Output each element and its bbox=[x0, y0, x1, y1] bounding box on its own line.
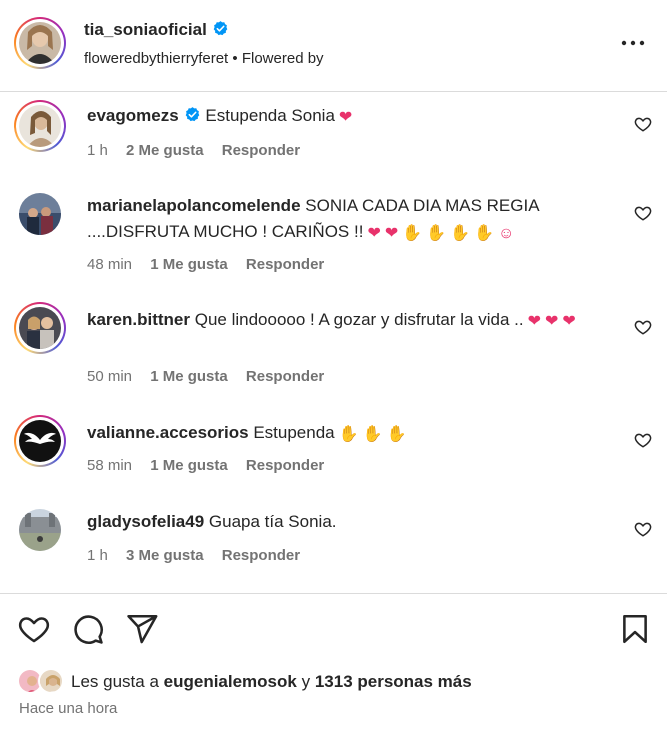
comment-body: karen.bittner Que lindooooo ! A gozar y … bbox=[87, 307, 607, 333]
comment-username[interactable]: karen.bittner bbox=[87, 310, 190, 329]
reply-button[interactable]: Responder bbox=[246, 256, 324, 273]
comment-text: Guapa tía Sonia. bbox=[208, 512, 337, 531]
heart-outline-icon[interactable] bbox=[634, 318, 652, 336]
comment-body: valianne.accesorios Estupenda ✋ ✋ ✋ bbox=[87, 420, 607, 446]
clap-emoji-icon: ✋ bbox=[474, 225, 494, 242]
comment-username[interactable]: gladysofelia49 bbox=[87, 512, 204, 531]
comment-time[interactable]: 58 min bbox=[87, 457, 132, 474]
comment-avatar[interactable] bbox=[19, 307, 61, 349]
comment-bubble-icon[interactable] bbox=[71, 612, 105, 646]
comment-avatar-ring[interactable] bbox=[14, 100, 66, 152]
heart-emoji-icon: ❤ bbox=[545, 313, 559, 330]
subtitle-account[interactable]: floweredbythierryferet bbox=[84, 50, 228, 67]
comment-avatar[interactable] bbox=[19, 105, 61, 147]
comment-likes-count[interactable]: 3 Me gusta bbox=[126, 547, 204, 564]
post-header: tia_soniaoficial floweredbythierryferet … bbox=[0, 0, 667, 92]
verified-badge-icon bbox=[184, 105, 201, 131]
author-username-row: tia_soniaoficial bbox=[84, 20, 229, 42]
comment-time[interactable]: 50 min bbox=[87, 368, 132, 385]
comment-meta: 58 min 1 Me gusta Responder bbox=[87, 457, 338, 474]
heart-emoji-icon: ❤ bbox=[527, 313, 541, 330]
section-divider bbox=[0, 593, 667, 594]
comment-avatar[interactable] bbox=[19, 193, 61, 235]
comment-likes-count[interactable]: 1 Me gusta bbox=[150, 457, 228, 474]
clap-emoji-icon: ✋ bbox=[426, 225, 447, 242]
likes-join: y bbox=[301, 672, 311, 691]
clap-emoji-icon: ✋ bbox=[362, 426, 383, 443]
comment-meta: 1 h 3 Me gusta Responder bbox=[87, 547, 314, 564]
comment-body: evagomezs Estupenda Sonia ❤ bbox=[87, 103, 607, 131]
comment-username[interactable]: evagomezs bbox=[87, 106, 179, 125]
author-username[interactable]: tia_soniaoficial bbox=[84, 20, 207, 39]
comment-likes-count[interactable]: 1 Me gusta bbox=[150, 256, 228, 273]
author-avatar[interactable] bbox=[19, 22, 61, 64]
comment-meta: 50 min 1 Me gusta Responder bbox=[87, 368, 338, 385]
clap-emoji-icon: ✋ bbox=[386, 426, 407, 443]
bookmark-icon[interactable] bbox=[618, 612, 652, 646]
heart-emoji-icon: ❤ bbox=[338, 109, 353, 126]
comment-meta: 48 min 1 Me gusta Responder bbox=[87, 256, 338, 273]
heart-emoji-icon: ❤ bbox=[562, 313, 576, 330]
reply-button[interactable]: Responder bbox=[222, 547, 300, 564]
verified-badge-icon bbox=[212, 20, 229, 42]
comment-avatar-ring[interactable] bbox=[14, 415, 66, 467]
likes-others-link[interactable]: 1313 personas más bbox=[315, 672, 472, 691]
comment-meta: 1 h 2 Me gusta Responder bbox=[87, 142, 314, 159]
clap-emoji-icon: ✋ bbox=[338, 426, 359, 443]
more-horizontal-icon[interactable] bbox=[621, 33, 645, 53]
comment-username[interactable]: valianne.accesorios bbox=[87, 423, 249, 442]
comment-avatar[interactable] bbox=[19, 509, 61, 551]
subtitle-separator: • bbox=[232, 50, 238, 67]
reply-button[interactable]: Responder bbox=[246, 457, 324, 474]
likes-prefix: Les gusta a bbox=[71, 672, 159, 691]
heart-outline-icon[interactable] bbox=[634, 520, 652, 538]
comment-body: gladysofelia49 Guapa tía Sonia. bbox=[87, 509, 607, 535]
heart-emoji-icon: ❤ bbox=[384, 225, 399, 242]
comment-text: Que lindooooo ! A gozar y disfrutar la v… bbox=[194, 310, 524, 329]
paper-plane-icon[interactable] bbox=[125, 612, 159, 646]
reply-button[interactable]: Responder bbox=[246, 368, 324, 385]
post-subtitle: floweredbythierryferet • Flowered by bbox=[84, 50, 324, 67]
comment-likes-count[interactable]: 1 Me gusta bbox=[150, 368, 228, 385]
comment-avatar-ring[interactable] bbox=[14, 302, 66, 354]
liker-avatar[interactable] bbox=[38, 668, 64, 694]
comment-time[interactable]: 1 h bbox=[87, 547, 108, 564]
heart-outline-icon[interactable] bbox=[17, 612, 51, 646]
comment-likes-count[interactable]: 2 Me gusta bbox=[126, 142, 204, 159]
comment-body: marianelapolancomelende SONIA CADA DIA M… bbox=[87, 193, 607, 245]
comment-time[interactable]: 48 min bbox=[87, 256, 132, 273]
subtitle-text[interactable]: Flowered by bbox=[242, 50, 324, 67]
heart-eyes-emoji-icon: ☺ bbox=[497, 225, 515, 242]
likes-summary: Les gusta a eugenialemosok y 1313 person… bbox=[71, 672, 472, 692]
comment-username[interactable]: marianelapolancomelende bbox=[87, 196, 301, 215]
comment-time[interactable]: 1 h bbox=[87, 142, 108, 159]
reply-button[interactable]: Responder bbox=[222, 142, 300, 159]
heart-emoji-icon: ❤ bbox=[367, 225, 381, 242]
comment-text: Estupenda Sonia bbox=[205, 106, 335, 125]
comment-text: Estupenda bbox=[253, 423, 335, 442]
comment-avatar[interactable] bbox=[19, 420, 61, 462]
clap-emoji-icon: ✋ bbox=[450, 225, 471, 242]
clap-emoji-icon: ✋ bbox=[402, 225, 423, 242]
post-timestamp[interactable]: Hace una hora bbox=[19, 700, 117, 717]
heart-outline-icon[interactable] bbox=[634, 115, 652, 133]
likes-user-link[interactable]: eugenialemosok bbox=[164, 672, 297, 691]
heart-outline-icon[interactable] bbox=[634, 204, 652, 222]
author-avatar-ring[interactable] bbox=[14, 17, 66, 69]
heart-outline-icon[interactable] bbox=[634, 431, 652, 449]
